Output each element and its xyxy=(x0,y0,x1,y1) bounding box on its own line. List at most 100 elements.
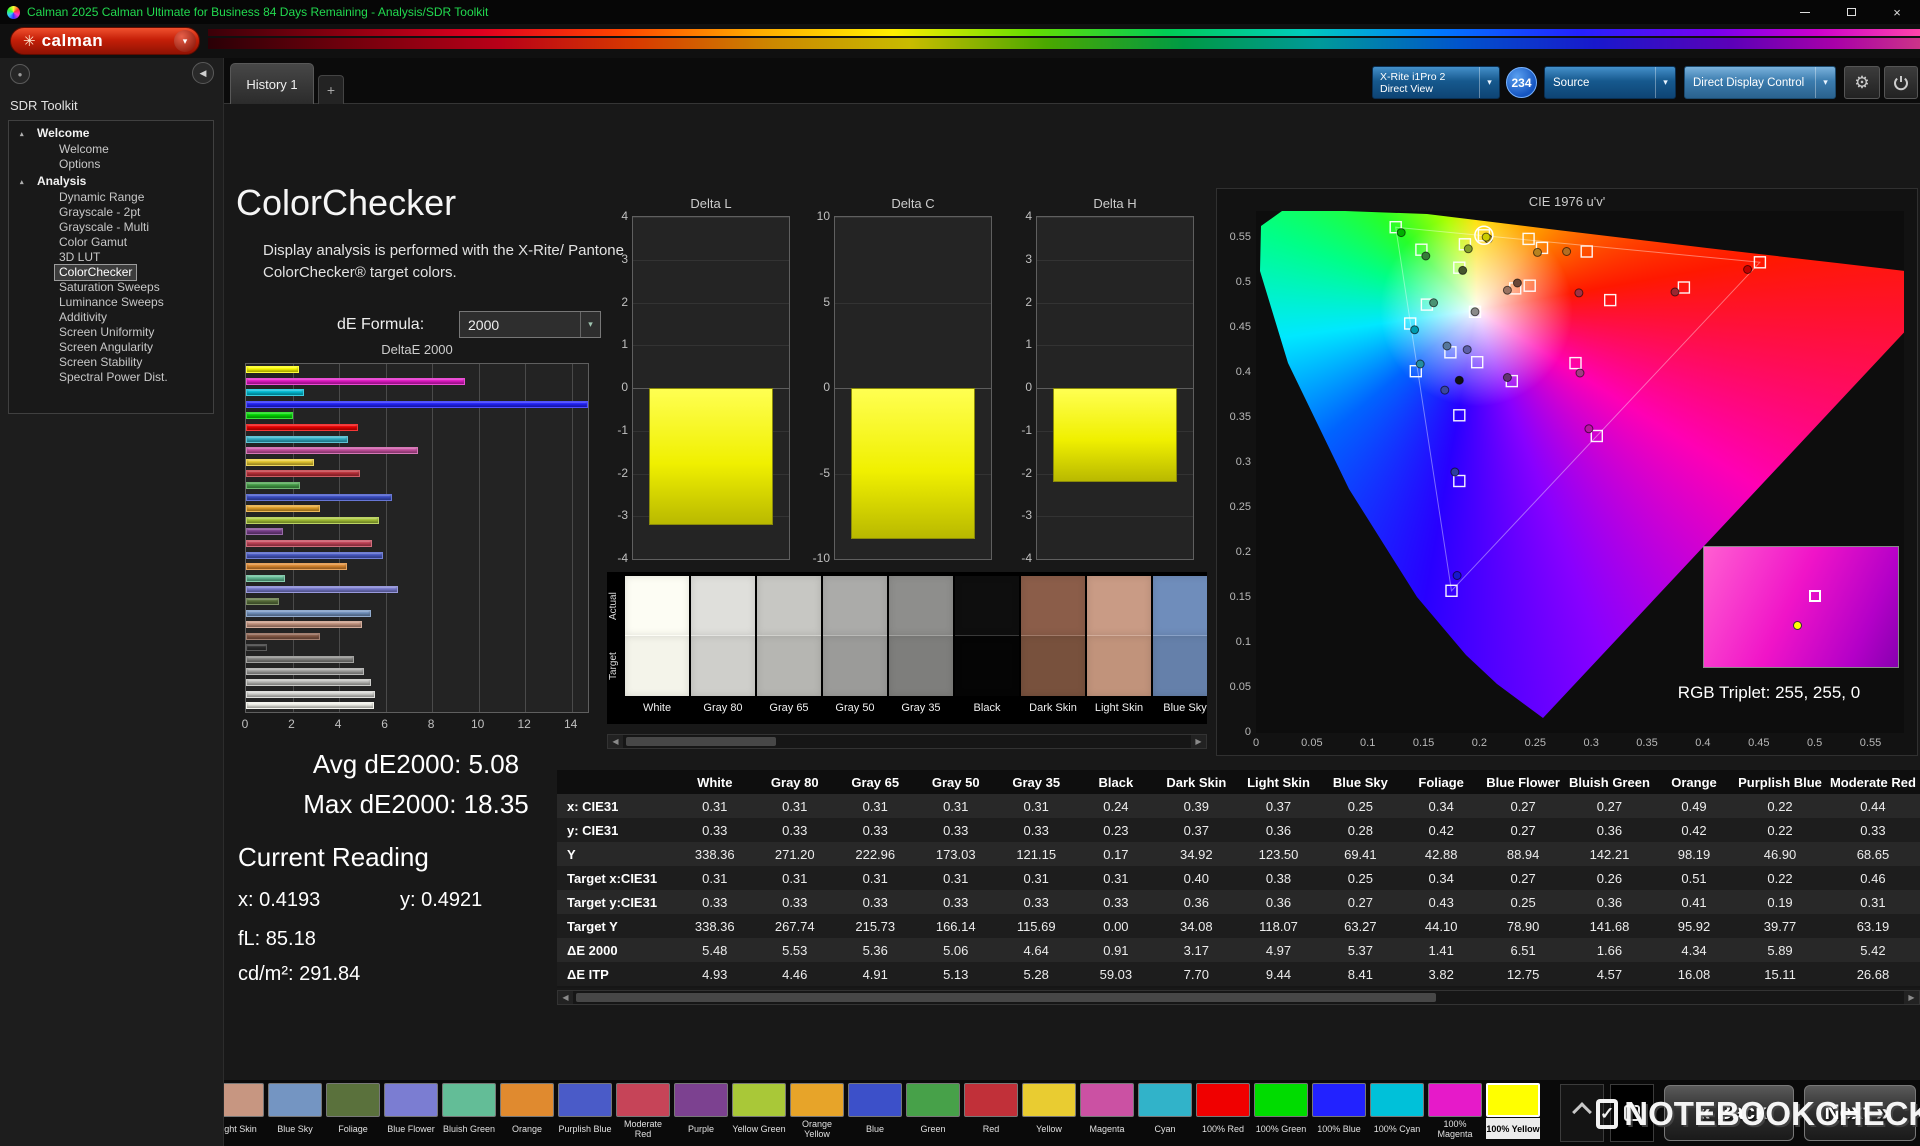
patch-label: Orange Yellow xyxy=(790,1118,844,1139)
add-tab-button[interactable]: + xyxy=(318,75,344,104)
sidebar-item-saturation-sweeps[interactable]: Saturation Sweeps xyxy=(55,280,164,295)
swatch-scrollbar[interactable]: ◀ ▶ xyxy=(607,734,1207,749)
patch-button-foliage[interactable]: Foliage xyxy=(326,1083,380,1143)
patch-button-bluish-green[interactable]: Bluish Green xyxy=(442,1083,496,1143)
patch-button-moderate-red[interactable]: Moderate Red xyxy=(616,1083,670,1143)
sidebar-home-button[interactable]: ● xyxy=(10,64,30,84)
source-dropdown[interactable]: Source ▾ xyxy=(1544,66,1676,99)
chevron-down-icon[interactable]: ▾ xyxy=(1815,67,1835,98)
patch-button-purple[interactable]: Purple xyxy=(674,1083,728,1143)
chevron-down-icon[interactable]: ▾ xyxy=(1655,67,1675,98)
sidebar-item-welcome[interactable]: Welcome xyxy=(55,142,113,157)
scroll-right-icon[interactable]: ▶ xyxy=(1191,735,1206,748)
table-scrollbar[interactable]: ◀ ▶ xyxy=(557,990,1920,1005)
measurement-marker xyxy=(1463,346,1471,354)
patch-button-orange[interactable]: Orange xyxy=(500,1083,554,1143)
patch-button-blue-sky[interactable]: Blue Sky xyxy=(268,1083,322,1143)
bar-dark-skin xyxy=(246,633,320,640)
sidebar-item-spectral-power-dist[interactable]: Spectral Power Dist. xyxy=(55,370,172,385)
sidebar-item-grayscale-2pt[interactable]: Grayscale - 2pt xyxy=(55,205,144,220)
patch-button-100-yellow[interactable]: 100% Yellow xyxy=(1486,1083,1540,1143)
bar-yellow-green xyxy=(246,517,379,524)
y-axis-tick-label: -1 xyxy=(1004,423,1032,437)
sidebar-item-grayscale-multi[interactable]: Grayscale - Multi xyxy=(55,220,153,235)
bar-cyan xyxy=(246,436,348,443)
sidebar-item-color-gamut[interactable]: Color Gamut xyxy=(55,235,131,250)
patch-button-100-cyan[interactable]: 100% Cyan xyxy=(1370,1083,1424,1143)
de-formula-dropdown[interactable]: 2000 ▾ xyxy=(459,311,601,338)
chart-title: Delta L xyxy=(632,196,790,211)
table-cell: 0.31 xyxy=(755,866,835,890)
table-cell: 0.39 xyxy=(1155,794,1237,818)
patch-button-light-skin[interactable]: Light Skin xyxy=(224,1083,264,1143)
patch-button-100-blue[interactable]: 100% Blue xyxy=(1312,1083,1366,1143)
chevron-down-icon[interactable]: ▾ xyxy=(1479,67,1499,98)
patch-button-purplish-blue[interactable]: Purplish Blue xyxy=(558,1083,612,1143)
sidebar-item-screen-angularity[interactable]: Screen Angularity xyxy=(55,340,157,355)
y-axis-tick-label: 10 xyxy=(802,209,830,223)
swatch-label: Gray 35 xyxy=(889,698,953,718)
patch-button-blue[interactable]: Blue xyxy=(848,1083,902,1143)
next-button[interactable]: Next » xyxy=(1804,1085,1916,1141)
sidebar-item-luminance-sweeps[interactable]: Luminance Sweeps xyxy=(55,295,168,310)
patch-swatch xyxy=(224,1083,264,1117)
settings-button[interactable]: ⚙ xyxy=(1844,66,1880,99)
tree-group-analysis[interactable]: ▴Analysis xyxy=(9,172,213,190)
patch-button-orange-yellow[interactable]: Orange Yellow xyxy=(790,1083,844,1143)
scrollbar-thumb[interactable] xyxy=(576,993,1436,1002)
y-axis-tick-label: 0.05 xyxy=(1217,681,1251,693)
table-cell: 3.82 xyxy=(1401,962,1481,986)
scroll-right-icon[interactable]: ▶ xyxy=(1904,991,1919,1004)
power-button[interactable] xyxy=(1884,66,1918,99)
sidebar-item-3d-lut[interactable]: 3D LUT xyxy=(55,250,104,265)
patch-button-cyan[interactable]: Cyan xyxy=(1138,1083,1192,1143)
patch-button-yellow-green[interactable]: Yellow Green xyxy=(732,1083,786,1143)
row-label: ΔE ITP xyxy=(557,962,675,986)
meter-dropdown[interactable]: X-Rite i1Pro 2 Direct View ▾ xyxy=(1372,66,1500,99)
pattern-window-button[interactable] xyxy=(1610,1084,1654,1142)
scroll-left-icon[interactable]: ◀ xyxy=(608,735,623,748)
patch-button-100-red[interactable]: 100% Red xyxy=(1196,1083,1250,1143)
back-button[interactable]: « Back xyxy=(1664,1085,1794,1141)
tree-group-welcome[interactable]: ▴Welcome xyxy=(9,124,213,142)
y-axis-tick-label: 0.15 xyxy=(1217,591,1251,603)
patch-button-blue-flower[interactable]: Blue Flower xyxy=(384,1083,438,1143)
close-button[interactable]: × xyxy=(1874,0,1920,24)
expand-strip-button[interactable] xyxy=(1560,1084,1604,1142)
patch-label: Green xyxy=(906,1118,960,1139)
patch-button-100-green[interactable]: 100% Green xyxy=(1254,1083,1308,1143)
y-axis-tick-label: 0.5 xyxy=(1217,276,1251,288)
y-axis-tick-label: 0.25 xyxy=(1217,501,1251,513)
patch-swatch xyxy=(1080,1083,1134,1117)
calman-menu-arrow-icon[interactable]: ▾ xyxy=(174,30,196,52)
sidebar-item-options[interactable]: Options xyxy=(55,157,104,172)
sidebar-item-additivity[interactable]: Additivity xyxy=(55,310,111,325)
x-axis-tick-label: 0.15 xyxy=(1407,737,1441,749)
sidebar-collapse-button[interactable]: ◀ xyxy=(192,62,214,84)
scrollbar-thumb[interactable] xyxy=(626,737,776,746)
sidebar-item-screen-uniformity[interactable]: Screen Uniformity xyxy=(55,325,158,340)
patch-button-red[interactable]: Red xyxy=(964,1083,1018,1143)
tab-history-1[interactable]: History 1 xyxy=(230,63,314,104)
display-control-dropdown[interactable]: Direct Display Control ▾ xyxy=(1684,66,1836,99)
sidebar-item-dynamic-range[interactable]: Dynamic Range xyxy=(55,190,148,205)
sidebar-item-screen-stability[interactable]: Screen Stability xyxy=(55,355,146,370)
minimize-button[interactable] xyxy=(1782,0,1828,24)
patch-label: Orange xyxy=(500,1118,554,1139)
patch-button-magenta[interactable]: Magenta xyxy=(1080,1083,1134,1143)
patch-button-green[interactable]: Green xyxy=(906,1083,960,1143)
measurement-marker xyxy=(1416,360,1424,368)
patch-label: Bluish Green xyxy=(442,1118,496,1139)
chevron-down-icon[interactable]: ▾ xyxy=(580,312,600,337)
y-axis-tick-label: 1 xyxy=(1004,337,1032,351)
maximize-button[interactable] xyxy=(1828,0,1874,24)
patch-button-100-magenta[interactable]: 100% Magenta xyxy=(1428,1083,1482,1143)
calman-menu-button[interactable]: ✳ calman ▾ xyxy=(10,27,200,55)
scroll-left-icon[interactable]: ◀ xyxy=(558,991,573,1004)
patch-button-yellow[interactable]: Yellow xyxy=(1022,1083,1076,1143)
pattern-window-icon xyxy=(1624,1105,1640,1121)
swatch-actual xyxy=(1087,576,1151,636)
deltae-chart-plot xyxy=(245,363,589,713)
sidebar-item-colorchecker[interactable]: ColorChecker xyxy=(55,265,136,280)
target-marker xyxy=(1678,282,1689,293)
